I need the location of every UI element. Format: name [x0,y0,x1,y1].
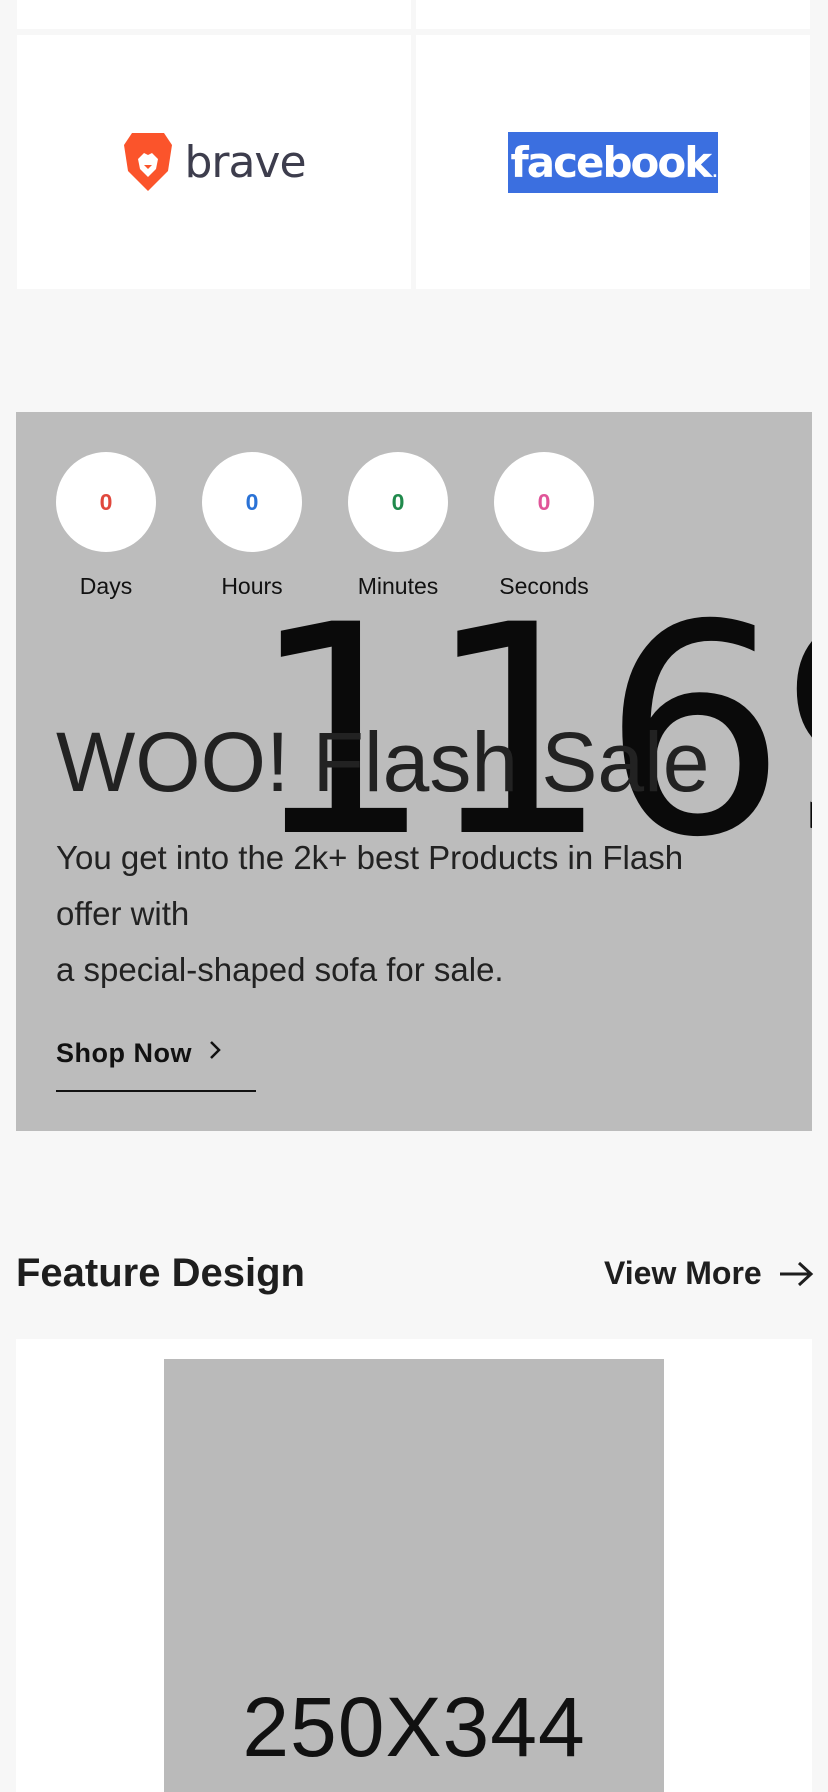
brand-cell[interactable] [17,0,411,29]
page: brave facebook. 0 Days 0 Hours 0 Minutes [0,0,828,1792]
flash-sale-banner: 0 Days 0 Hours 0 Minutes 0 Seconds 1169 … [16,412,812,1131]
arrow-right-icon [779,1261,813,1286]
countdown-days-value: 0 [56,452,156,552]
section-title: Feature Design [16,1251,305,1295]
brave-wordmark: brave [184,136,306,188]
banner-description-line: You get into the 2k+ best Products in Fl… [56,839,684,876]
brand-cell-brave[interactable]: brave [17,35,411,289]
brave-logo: brave [122,131,307,193]
facebook-logo-dot: . [712,164,718,181]
shop-now-label: Shop Now [56,1038,192,1068]
facebook-logo: facebook. [508,131,718,193]
brand-grid: brave facebook. [17,35,810,289]
brand-cell-facebook[interactable]: facebook. [416,35,810,289]
countdown-seconds-value: 0 [494,452,594,552]
product-image-placeholder[interactable]: 250X344 [164,1359,664,1792]
brave-lion-icon [124,133,173,191]
banner-description-line: offer with [56,895,190,932]
banner-description-line: a special-shaped sofa for sale. [56,951,504,988]
shop-now-button[interactable]: Shop Now [56,1038,256,1092]
placeholder-dimensions-text: 250X344 [242,1680,586,1774]
countdown-days-label: Days [79,573,133,599]
facebook-wordmark: facebook [510,137,712,187]
countdown-days: 0 Days [56,452,156,600]
banner-description: You get into the 2k+ best Products in Fl… [56,830,776,998]
view-more-label: View More [604,1255,762,1291]
chevron-right-icon [208,1038,222,1069]
brand-grid-top-row [17,0,810,29]
feature-product-card[interactable]: 250X344 [16,1339,812,1792]
banner-title: WOO! Flash Sale [56,715,710,809]
countdown-hours-value: 0 [202,452,302,552]
view-more-link[interactable]: View More [604,1255,814,1292]
brand-cell[interactable] [416,0,810,29]
countdown-minutes-value: 0 [348,452,448,552]
